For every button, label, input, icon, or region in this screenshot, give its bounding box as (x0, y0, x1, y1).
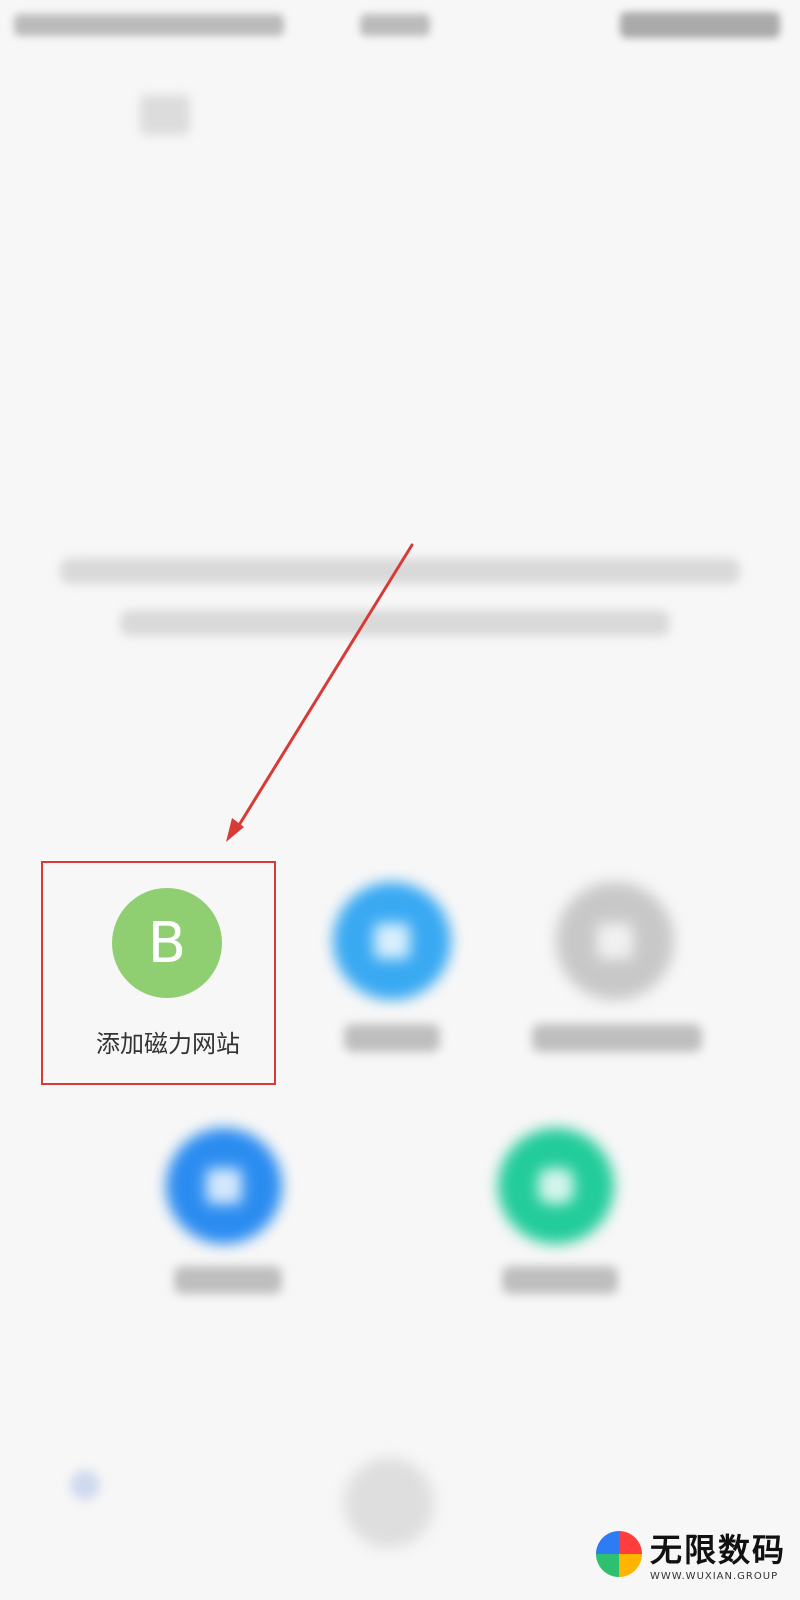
back-icon[interactable] (140, 95, 190, 135)
gray-icon[interactable] (556, 882, 674, 1000)
carrier-info (14, 14, 284, 36)
blue-edit-icon[interactable] (166, 1128, 282, 1244)
blurred-label-2 (344, 1024, 440, 1052)
edit-glyph (206, 1168, 242, 1204)
watermark-logo-icon (595, 1530, 642, 1577)
annotation-arrow (226, 543, 414, 842)
gray-icon-glyph (597, 923, 633, 959)
grid-icon[interactable] (333, 882, 451, 1000)
cloud-glyph (538, 1168, 574, 1204)
watermark-title: 无限数码 (649, 1531, 786, 1569)
blurred-label-5 (502, 1266, 618, 1294)
blurred-label-3 (532, 1024, 702, 1052)
blurred-hint-line-1 (60, 558, 740, 584)
status-bar (0, 0, 800, 60)
battery-indicator (620, 12, 780, 38)
grid-icon-glyph (374, 923, 410, 959)
blurred-label-4 (174, 1266, 282, 1294)
watermark: 无限数码 WWW.WUXIAN.GROUP (595, 1525, 786, 1582)
highlight-box (41, 861, 276, 1085)
blurred-hint-line-2 (120, 610, 670, 636)
bottom-left-icon[interactable] (70, 1470, 100, 1500)
watermark-subtitle: WWW.WUXIAN.GROUP (649, 1571, 779, 1582)
green-cloud-icon[interactable] (498, 1128, 614, 1244)
status-time (360, 14, 430, 36)
app-screen: B 添加磁力网站 无限数码 WWW.WUXIAN.GROUP (0, 0, 800, 1600)
bottom-action-icon[interactable] (344, 1458, 434, 1548)
